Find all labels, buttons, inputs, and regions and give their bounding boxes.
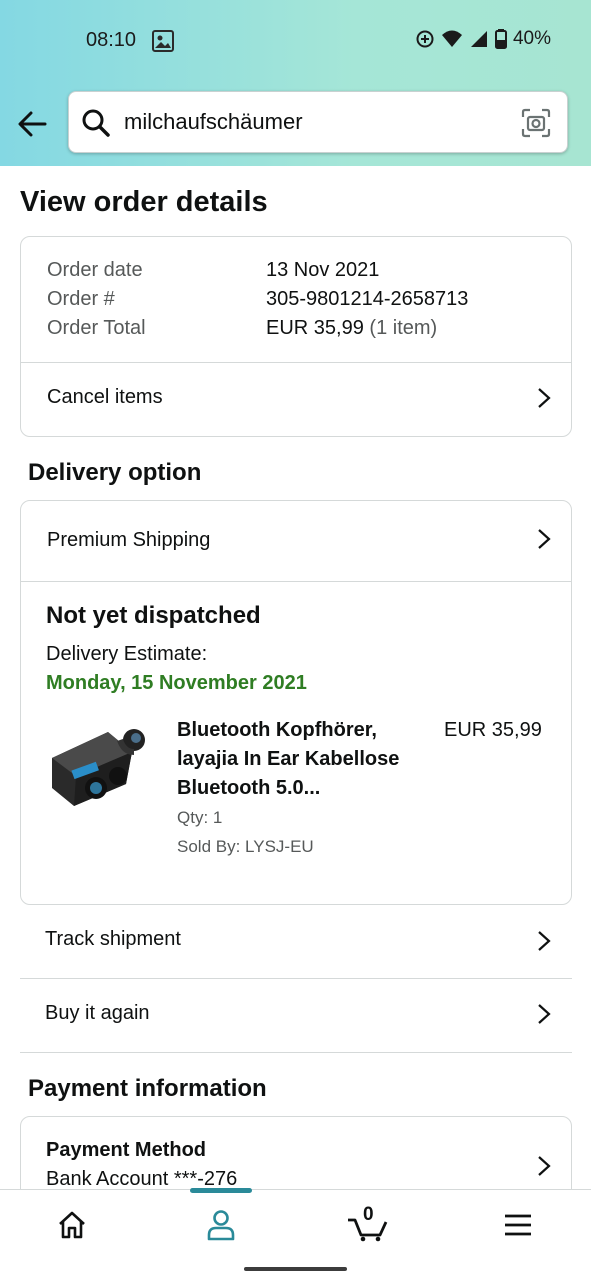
- nav-menu[interactable]: [488, 1190, 548, 1260]
- order-date-row: Order date 13 Nov 2021: [47, 259, 379, 282]
- order-total-label: Order Total: [47, 317, 146, 339]
- chevron-right-icon: [538, 1156, 551, 1176]
- order-date-value: 13 Nov 2021: [266, 259, 380, 281]
- cell-signal-icon: [470, 31, 487, 47]
- gesture-navigation-bar[interactable]: [244, 1267, 347, 1271]
- delivery-section-title: Delivery option: [28, 459, 202, 486]
- delivery-estimate-label: Delivery Estimate:: [46, 643, 208, 665]
- product-price: EUR 35,99: [444, 719, 542, 741]
- nav-account[interactable]: [191, 1190, 251, 1260]
- shipping-option-button[interactable]: Premium Shipping: [21, 501, 571, 581]
- wifi-icon: [441, 30, 462, 47]
- track-shipment-button[interactable]: Track shipment: [20, 906, 572, 978]
- track-shipment-label: Track shipment: [45, 928, 181, 950]
- product-image[interactable]: [46, 714, 150, 822]
- photo-notification-icon: [152, 30, 174, 52]
- order-item-count: (1 item): [369, 317, 438, 339]
- nav-home[interactable]: [42, 1190, 102, 1260]
- delivery-estimate-date: Monday, 15 November 2021: [46, 672, 307, 694]
- status-bar: 08:10 40%: [0, 0, 591, 82]
- buy-again-button[interactable]: Buy it again: [20, 979, 572, 1052]
- battery-icon: [494, 29, 507, 49]
- product-title[interactable]: Bluetooth Kopfhörer, layajia In Ear Kabe…: [177, 716, 427, 803]
- battery-percent: 40%: [512, 28, 551, 49]
- order-total-row: Order Total EUR 35,99 (1 item): [47, 317, 437, 340]
- chevron-right-icon: [538, 1004, 551, 1024]
- chevron-right-icon: [538, 931, 551, 951]
- search-query: milchaufschäumer: [124, 109, 303, 134]
- cart-count: 0: [363, 1204, 374, 1225]
- nav-cart[interactable]: 0: [338, 1190, 398, 1260]
- search-icon: [82, 109, 110, 137]
- bottom-navigation: 0: [0, 1188, 591, 1260]
- user-icon: [207, 1210, 235, 1241]
- payment-section-title: Payment information: [28, 1075, 267, 1102]
- order-summary-card: Order date 13 Nov 2021 Order # 305-9801214…: [20, 236, 572, 437]
- divider: [21, 581, 571, 582]
- shipping-option-label: Premium Shipping: [47, 529, 211, 551]
- payment-method-label: Payment Method: [46, 1139, 207, 1161]
- shipment-status: Not yet dispatched: [46, 602, 261, 629]
- back-arrow-icon[interactable]: [14, 106, 50, 142]
- hamburger-menu-icon: [505, 1214, 531, 1236]
- chevron-right-icon: [538, 388, 551, 408]
- product-seller: Sold By: LYSJ-EU: [177, 837, 314, 856]
- status-time: 08:10: [86, 29, 137, 51]
- order-number-label: Order #: [47, 288, 115, 310]
- product-quantity: Qty: 1: [177, 808, 223, 827]
- order-number-value: 305-9801214-2658713: [266, 288, 469, 310]
- order-total-value: EUR 35,99: [266, 317, 364, 339]
- data-saver-icon: [416, 30, 434, 48]
- search-input[interactable]: milchaufschäumer: [68, 91, 568, 153]
- cancel-items-label: Cancel items: [47, 386, 163, 408]
- divider: [20, 1052, 572, 1053]
- camera-lens-icon[interactable]: [521, 108, 551, 138]
- page-title: View order details: [20, 186, 268, 218]
- buy-again-label: Buy it again: [45, 1002, 150, 1024]
- chevron-right-icon: [538, 529, 551, 549]
- home-icon: [59, 1211, 85, 1239]
- order-date-label: Order date: [47, 259, 143, 281]
- cancel-items-button[interactable]: Cancel items: [21, 363, 571, 437]
- status-icons: 40%: [415, 28, 551, 50]
- app-header: 08:10 40% milchaufschäumer: [0, 0, 591, 166]
- order-number-row: Order # 305-9801214-2658713: [47, 288, 468, 311]
